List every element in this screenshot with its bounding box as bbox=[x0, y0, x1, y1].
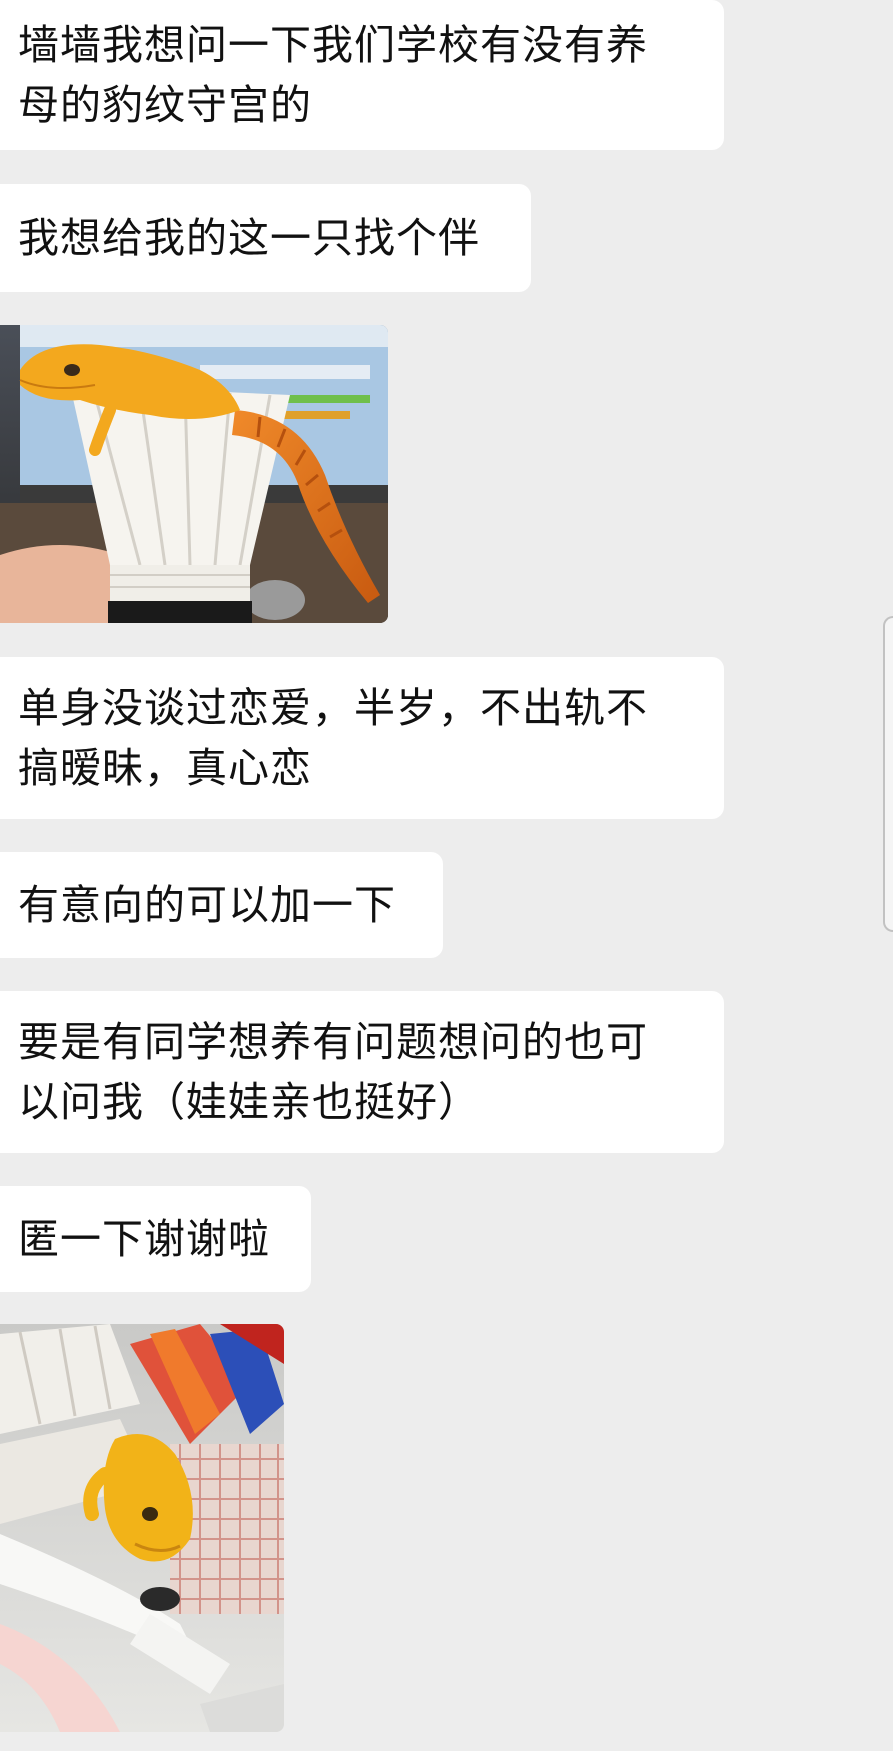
message-text-4: 有意向的可以加一下 bbox=[18, 881, 396, 929]
message-text-3: 单身没谈过恋爱，半岁，不出轨不 搞暧昧，真心恋 bbox=[18, 684, 648, 792]
message-bubble-4[interactable]: 有意向的可以加一下 bbox=[0, 852, 443, 958]
message-bubble-3[interactable]: 单身没谈过恋爱，半岁，不出轨不 搞暧昧，真心恋 bbox=[0, 657, 724, 819]
message-bubble-1[interactable]: 墙墙我想问一下我们学校有没有养 母的豹纹守宫的 bbox=[0, 0, 724, 150]
message-text-1: 墙墙我想问一下我们学校有没有养 母的豹纹守宫的 bbox=[18, 21, 648, 129]
message-text-2: 我想给我的这一只找个伴 bbox=[18, 214, 480, 262]
message-bubble-6[interactable]: 匿一下谢谢啦 bbox=[0, 1186, 311, 1292]
message-image-2[interactable] bbox=[0, 1324, 284, 1732]
gecko-in-basket-photo bbox=[0, 1324, 284, 1732]
message-bubble-2[interactable]: 我想给我的这一只找个伴 bbox=[0, 184, 531, 292]
gecko-on-shuttlecock-photo bbox=[0, 325, 388, 623]
message-bubble-5[interactable]: 要是有同学想养有问题想问的也可 以问我（娃娃亲也挺好） bbox=[0, 991, 724, 1153]
message-image-1[interactable] bbox=[0, 325, 388, 623]
message-text-6: 匿一下谢谢啦 bbox=[18, 1215, 270, 1263]
scrollbar-handle[interactable] bbox=[883, 616, 893, 932]
message-text-5: 要是有同学想养有问题想问的也可 以问我（娃娃亲也挺好） bbox=[18, 1018, 648, 1126]
chat-history[interactable]: 墙墙我想问一下我们学校有没有养 母的豹纹守宫的 我想给我的这一只找个伴 单身没谈… bbox=[0, 0, 893, 1751]
